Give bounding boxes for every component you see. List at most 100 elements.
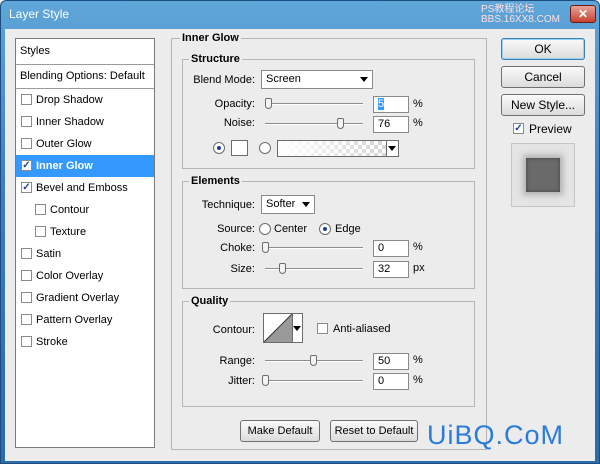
jitter-field[interactable]: 0 <box>373 373 409 390</box>
style-item-label: Color Overlay <box>36 270 104 282</box>
style-item-outer-glow[interactable]: Outer Glow <box>16 133 154 155</box>
size-field[interactable]: 32 <box>373 261 409 278</box>
choke-unit: % <box>413 241 423 253</box>
source-edge-label: Edge <box>335 223 361 235</box>
quality-group: Quality Contour: Anti-aliased Range: 50 … <box>182 295 475 407</box>
jitter-slider-thumb[interactable] <box>262 375 269 386</box>
opacity-field[interactable]: 5 <box>373 96 409 113</box>
inner-shadow-checkbox[interactable] <box>21 116 32 127</box>
style-item-drop-shadow[interactable]: Drop Shadow <box>16 89 154 111</box>
contour-label: Contour: <box>212 324 255 336</box>
contour-curve-icon <box>264 314 292 342</box>
chevron-down-icon <box>293 326 301 331</box>
choke-label: Choke: <box>220 242 255 254</box>
title-bar[interactable]: Layer Style PS教程论坛 BBS.16XX8.COM ✕ <box>1 1 599 29</box>
style-item-pattern-overlay[interactable]: Pattern Overlay <box>16 309 154 331</box>
size-unit: px <box>413 262 425 274</box>
styles-header[interactable]: Styles <box>16 39 154 65</box>
choke-slider[interactable] <box>265 247 363 249</box>
style-item-label: Pattern Overlay <box>36 314 113 326</box>
noise-slider-thumb[interactable] <box>337 118 344 129</box>
jitter-label: Jitter: <box>228 375 255 387</box>
pattern-overlay-checkbox[interactable] <box>21 314 32 325</box>
style-item-gradient-overlay[interactable]: Gradient Overlay <box>16 287 154 309</box>
style-item-stroke[interactable]: Stroke <box>16 331 154 353</box>
style-item-color-overlay[interactable]: Color Overlay <box>16 265 154 287</box>
style-item-label: Drop Shadow <box>36 94 103 106</box>
drop-shadow-checkbox[interactable] <box>21 94 32 105</box>
opacity-value: 5 <box>378 98 385 110</box>
noise-label: Noise: <box>223 117 255 129</box>
technique-select[interactable]: Softer <box>261 195 315 214</box>
range-label: Range: <box>219 355 255 367</box>
gradient-overlay-checkbox[interactable] <box>21 292 32 303</box>
opacity-label: Opacity: <box>214 98 255 110</box>
contour-checkbox[interactable] <box>35 204 46 215</box>
preview-label: Preview <box>529 122 572 136</box>
preview-checkbox[interactable]: ✓ <box>513 123 524 134</box>
close-button[interactable]: ✕ <box>570 5 596 23</box>
dialog-body: Styles Blending Options: Default Drop Sh… <box>5 29 595 461</box>
opacity-unit: % <box>413 98 423 110</box>
texture-checkbox[interactable] <box>35 226 46 237</box>
range-value: 50 <box>378 355 391 367</box>
cancel-button[interactable]: Cancel <box>501 66 585 88</box>
color-radio[interactable] <box>213 142 225 154</box>
range-field[interactable]: 50 <box>373 353 409 370</box>
style-item-texture[interactable]: Texture <box>16 221 154 243</box>
size-slider-thumb[interactable] <box>279 263 286 274</box>
style-item-bevel-emboss[interactable]: ✓ Bevel and Emboss <box>16 177 154 199</box>
style-item-contour[interactable]: Contour <box>16 199 154 221</box>
chevron-down-icon <box>388 146 396 151</box>
range-slider-thumb[interactable] <box>310 355 317 366</box>
style-item-label: Stroke <box>36 336 68 348</box>
blend-mode-select[interactable]: Screen <box>261 70 373 89</box>
noise-value: 76 <box>378 118 391 130</box>
contour-picker[interactable] <box>263 313 303 343</box>
structure-group: Structure Blend Mode: Screen Opacity: 5 … <box>182 53 475 169</box>
style-item-label: Satin <box>36 248 62 260</box>
satin-checkbox[interactable] <box>21 248 32 259</box>
glow-color-swatch[interactable] <box>231 140 248 156</box>
noise-field[interactable]: 76 <box>373 116 409 133</box>
anti-aliased-checkbox[interactable] <box>317 323 328 334</box>
inner-glow-title: Inner Glow <box>180 32 241 44</box>
style-item-inner-shadow[interactable]: Inner Shadow <box>16 111 154 133</box>
blending-options-item[interactable]: Blending Options: Default <box>16 65 154 89</box>
elements-title: Elements <box>189 175 242 187</box>
style-item-label: Inner Glow <box>36 160 93 172</box>
chevron-down-icon <box>302 202 310 207</box>
outer-glow-checkbox[interactable] <box>21 138 32 149</box>
ok-button[interactable]: OK <box>501 38 585 60</box>
layer-style-window: Layer Style PS教程论坛 BBS.16XX8.COM ✕ Styles… <box>0 0 600 464</box>
new-style-button[interactable]: New Style... <box>501 94 585 116</box>
inner-glow-checkbox[interactable]: ✓ <box>21 160 32 171</box>
preview-swatch <box>526 158 560 192</box>
styles-list: Styles Blending Options: Default Drop Sh… <box>15 38 155 448</box>
reset-to-default-button[interactable]: Reset to Default <box>330 420 418 442</box>
source-center-radio[interactable] <box>259 223 271 235</box>
style-item-label: Gradient Overlay <box>36 292 120 304</box>
style-item-satin[interactable]: Satin <box>16 243 154 265</box>
jitter-slider[interactable] <box>265 380 363 382</box>
source-edge-radio[interactable] <box>319 223 331 235</box>
blend-mode-label: Blend Mode: <box>193 74 255 86</box>
style-item-label: Bevel and Emboss <box>36 182 128 194</box>
opacity-slider-thumb[interactable] <box>265 98 272 109</box>
stroke-checkbox[interactable] <box>21 336 32 347</box>
close-icon: ✕ <box>577 7 589 21</box>
noise-slider[interactable] <box>265 123 363 125</box>
make-default-button[interactable]: Make Default <box>240 420 320 442</box>
color-overlay-checkbox[interactable] <box>21 270 32 281</box>
bevel-emboss-checkbox[interactable]: ✓ <box>21 182 32 193</box>
choke-field[interactable]: 0 <box>373 240 409 257</box>
preview-thumbnail <box>511 143 575 207</box>
gradient-picker[interactable] <box>277 140 399 157</box>
opacity-slider[interactable] <box>265 103 363 105</box>
noise-unit: % <box>413 117 423 129</box>
gradient-radio[interactable] <box>259 142 271 154</box>
blend-mode-value: Screen <box>266 73 301 85</box>
jitter-unit: % <box>413 374 423 386</box>
choke-slider-thumb[interactable] <box>262 242 269 253</box>
style-item-inner-glow[interactable]: ✓ Inner Glow <box>16 155 154 177</box>
